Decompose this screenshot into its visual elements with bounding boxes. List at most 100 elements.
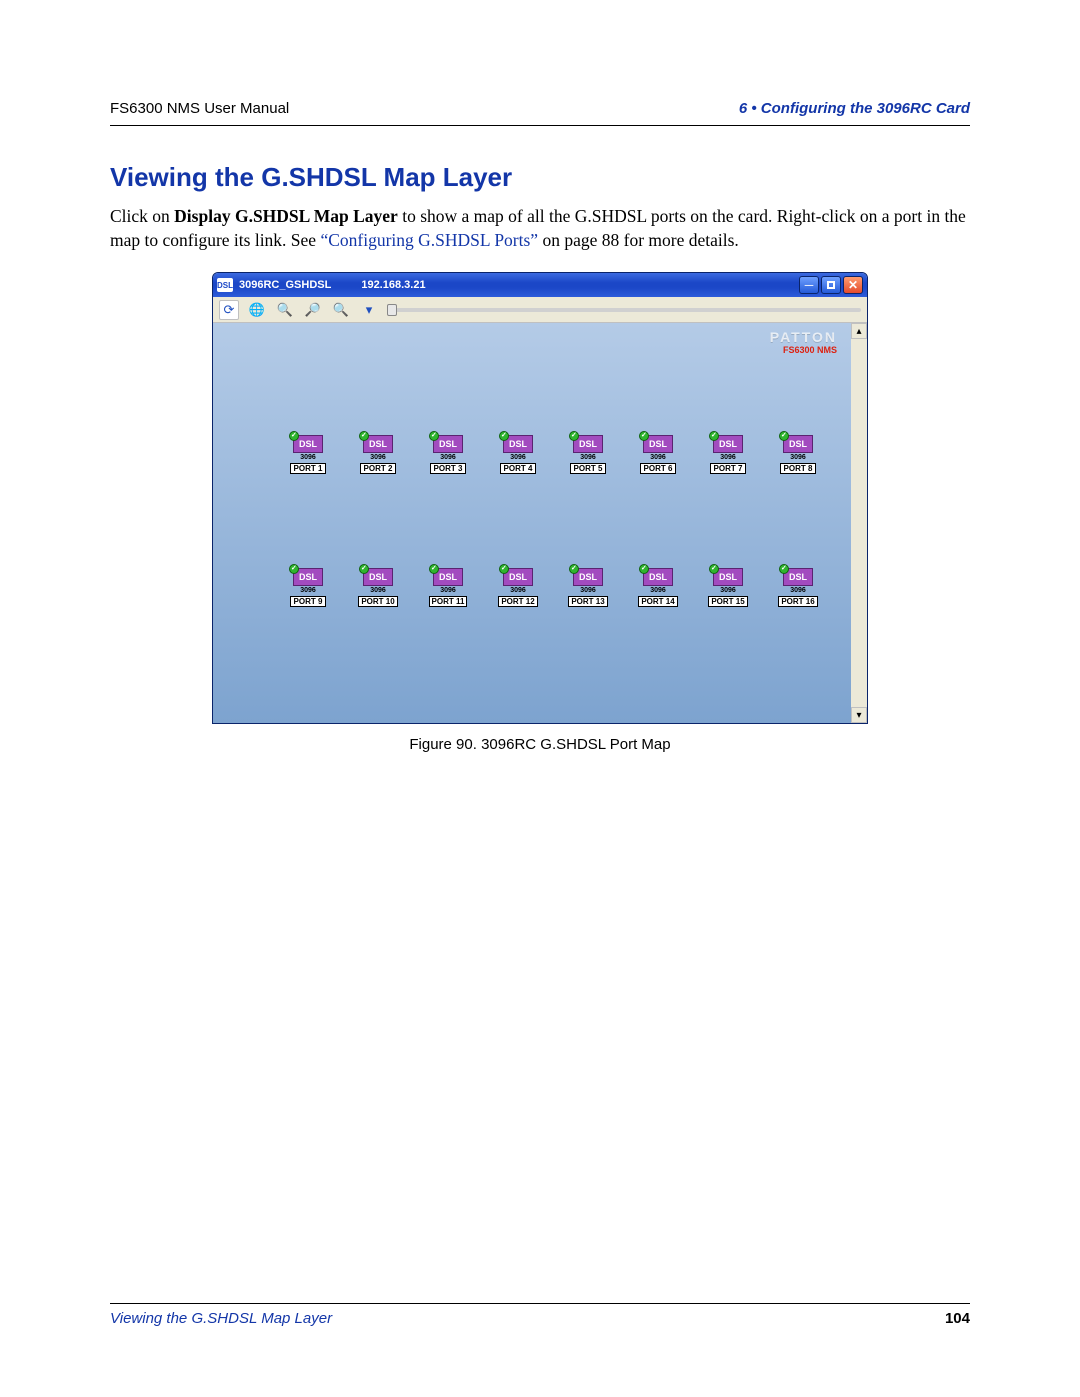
port-row-2: DSL3096PORT 9DSL3096PORT 10DSL3096PORT 1… (287, 568, 837, 607)
dsl-chip-icon[interactable]: DSL (503, 568, 533, 586)
dsl-chip-icon[interactable]: DSL (573, 435, 603, 453)
dsl-chip-icon[interactable]: DSL (643, 435, 673, 453)
refresh-icon[interactable]: ⟳ (219, 300, 239, 320)
section-paragraph: Click on Display G.SHDSL Map Layer to sh… (110, 205, 970, 252)
status-ok-icon (499, 431, 509, 441)
para-bold: Display G.SHDSL Map Layer (174, 206, 398, 226)
port-item[interactable]: DSL3096 PORT 6 (637, 435, 679, 474)
port-item[interactable]: DSL3096PORT 4 (497, 435, 539, 474)
header-rule (110, 125, 970, 126)
port-item[interactable]: DSL3096 PORT 7 (707, 435, 749, 474)
status-ok-icon (709, 431, 719, 441)
para-crossref-link[interactable]: “Configuring G.SHDSL Ports” (320, 230, 538, 250)
port-subid: 3096 (567, 454, 609, 461)
port-label: PORT 14 (638, 596, 677, 607)
dsl-chip-icon[interactable]: DSL (433, 435, 463, 453)
port-item[interactable]: DSL3096 PORT 15 (707, 568, 749, 607)
port-subid: 3096 (637, 587, 679, 594)
dsl-chip-icon[interactable]: DSL (783, 435, 813, 453)
port-subid: 3096 (777, 587, 819, 594)
scroll-down-arrow-icon[interactable]: ▾ (851, 707, 867, 723)
window-titlebar[interactable]: DSL 3096RC_GSHDSL 192.168.3.21 ─ ✕ (213, 273, 867, 297)
port-item[interactable]: DSL3096PORT 5 (567, 435, 609, 474)
port-subid: 3096 (357, 454, 399, 461)
port-label: PORT 2 (360, 463, 396, 474)
globe-icon[interactable]: 🌐 (247, 300, 267, 320)
port-label: PORT 3 (430, 463, 466, 474)
port-label: PORT 12 (498, 596, 537, 607)
port-subid: 3096 (777, 454, 819, 461)
close-button[interactable]: ✕ (843, 276, 863, 294)
port-subid: 3096 (427, 587, 469, 594)
dsl-chip-icon[interactable]: DSL (643, 568, 673, 586)
dsl-chip-icon[interactable]: DSL (293, 435, 323, 453)
dsl-chip-icon[interactable]: DSL (293, 568, 323, 586)
status-ok-icon (639, 564, 649, 574)
status-ok-icon (499, 564, 509, 574)
port-item[interactable]: DSL3096PORT 10 (357, 568, 399, 607)
status-ok-icon (569, 564, 579, 574)
zoom-slider[interactable] (387, 308, 861, 312)
brand-name: PATTON (770, 329, 837, 345)
dsl-chip-icon[interactable]: DSL (363, 435, 393, 453)
port-label: PORT 10 (358, 596, 397, 607)
port-subid: 3096 (637, 454, 679, 461)
status-ok-icon (289, 431, 299, 441)
vertical-scrollbar[interactable]: ▴ ▾ (851, 323, 867, 723)
port-label: PORT 7 (710, 463, 746, 474)
port-item[interactable]: DSL3096PORT 3 (427, 435, 469, 474)
port-subid: 3096 (287, 454, 329, 461)
status-ok-icon (359, 564, 369, 574)
zoom-dropdown-icon[interactable]: ▾ (359, 300, 379, 320)
port-subid: 3096 (497, 587, 539, 594)
status-ok-icon (289, 564, 299, 574)
port-subid: 3096 (567, 587, 609, 594)
zoom-slider-knob[interactable] (387, 304, 397, 316)
status-ok-icon (359, 431, 369, 441)
zoom-in-icon[interactable]: 🔎 (303, 300, 323, 320)
port-item[interactable]: DSL3096 PORT 2 (357, 435, 399, 474)
dsl-chip-icon[interactable]: DSL (433, 568, 463, 586)
port-row-1: DSL3096PORT 1DSL3096PORT 2DSL3096PORT 3D… (287, 435, 837, 474)
status-ok-icon (569, 431, 579, 441)
brand-sub: FS6300 NMS (770, 345, 837, 355)
maximize-button[interactable] (821, 276, 841, 294)
port-label: PORT 1 (290, 463, 326, 474)
zoom-fit-icon[interactable]: 🔍 (275, 300, 295, 320)
port-item[interactable]: DSL3096 PORT 13 (567, 568, 609, 607)
scroll-track[interactable] (851, 339, 867, 707)
status-ok-icon (779, 431, 789, 441)
window-title: 3096RC_GSHDSL (239, 279, 331, 291)
port-item[interactable]: DSL3096PORT 11 (427, 568, 469, 607)
dsl-chip-icon[interactable]: DSL (363, 568, 393, 586)
dsl-chip-icon[interactable]: DSL (713, 435, 743, 453)
status-ok-icon (709, 564, 719, 574)
port-item[interactable]: DSL3096 PORT 1 (287, 435, 329, 474)
minimize-button[interactable]: ─ (799, 276, 819, 294)
figure-caption: Figure 90. 3096RC G.SHDSL Port Map (110, 736, 970, 753)
toolbar: ⟳ 🌐 🔍 🔎 🔍 ▾ (213, 297, 867, 323)
dsl-chip-icon[interactable]: DSL (713, 568, 743, 586)
port-label: PORT 9 (290, 596, 326, 607)
dsl-chip-icon[interactable]: DSL (783, 568, 813, 586)
footer-rule (110, 1303, 970, 1304)
dsl-chip-icon[interactable]: DSL (573, 568, 603, 586)
zoom-out-icon[interactable]: 🔍 (331, 300, 351, 320)
port-label: PORT 6 (640, 463, 676, 474)
port-item[interactable]: DSL3096 PORT 14 (637, 568, 679, 607)
map-canvas[interactable]: PATTON FS6300 NMS DSL3096PORT 1DSL3096PO… (213, 323, 851, 723)
dsl-chip-icon[interactable]: DSL (503, 435, 533, 453)
port-item[interactable]: DSL3096PORT 16 (777, 568, 819, 607)
port-subid: 3096 (287, 587, 329, 594)
port-subid: 3096 (707, 587, 749, 594)
port-label: PORT 15 (708, 596, 747, 607)
port-subid: 3096 (707, 454, 749, 461)
port-item[interactable]: DSL3096PORT 8 (777, 435, 819, 474)
port-item[interactable]: DSL3096 PORT 12 (497, 568, 539, 607)
para-pre: Click on (110, 206, 174, 226)
scroll-up-arrow-icon[interactable]: ▴ (851, 323, 867, 339)
status-ok-icon (779, 564, 789, 574)
port-item[interactable]: DSL3096 PORT 9 (287, 568, 329, 607)
port-label: PORT 13 (568, 596, 607, 607)
window-app-icon: DSL (217, 278, 233, 292)
